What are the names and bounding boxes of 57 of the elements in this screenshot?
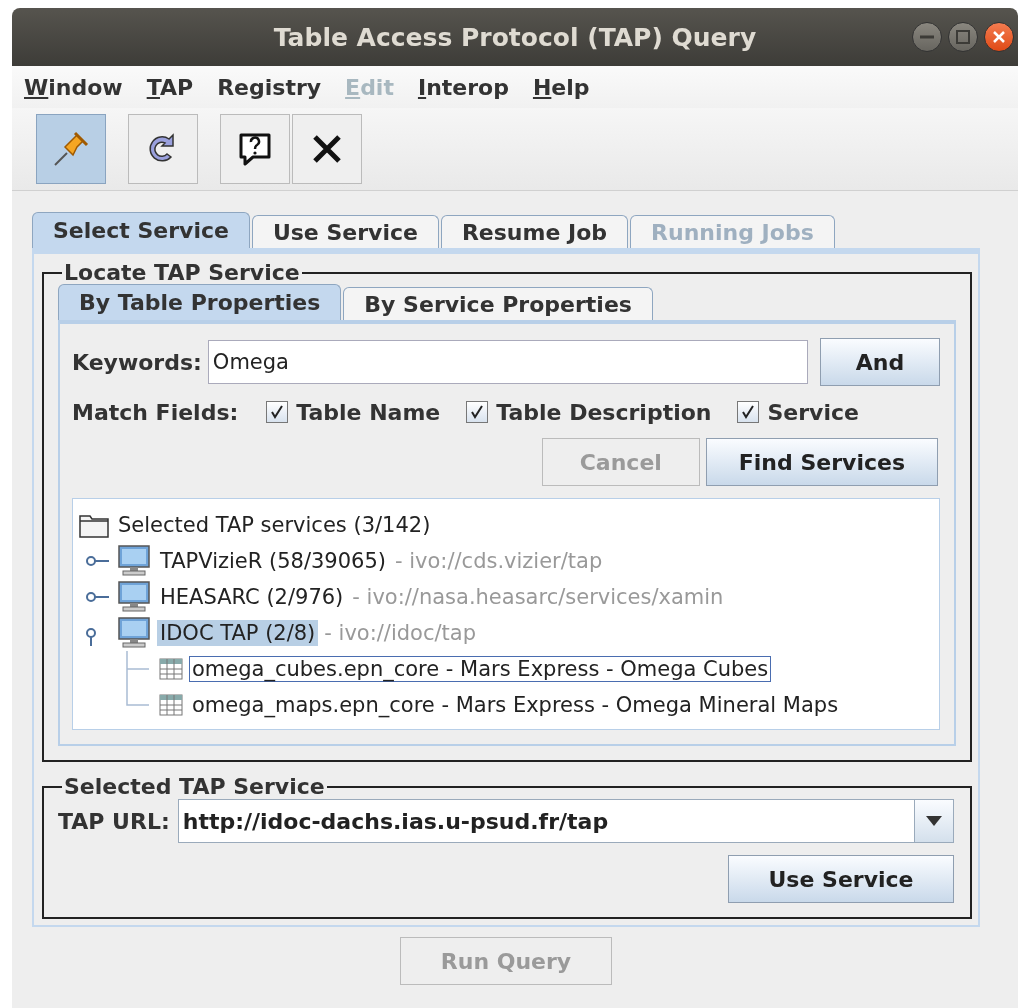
field-label: TAP URL:: [58, 808, 170, 834]
close-button[interactable]: [292, 114, 362, 184]
service-identifier: - ivo://nasa.heasarc/services/xamin: [352, 585, 724, 609]
tree-node-label[interactable]: Selected TAP services (3/142): [115, 512, 434, 538]
and-button[interactable]: And: [820, 338, 940, 386]
close-icon: [992, 30, 1006, 44]
tab[interactable]: Select Service: [32, 212, 250, 248]
field-label: Match Fields:: [72, 399, 239, 425]
check-icon: [270, 405, 285, 419]
help-button[interactable]: [220, 114, 290, 184]
dropdown-arrow-icon: [926, 816, 942, 826]
tab[interactable]: By Service Properties: [343, 287, 653, 320]
minimize-button[interactable]: [912, 22, 942, 52]
url-field[interactable]: http://idoc-dachs.ias.u-psud.fr/tap: [177, 799, 914, 843]
service-identifier: - ivo://idoc/tap: [324, 621, 476, 645]
tab[interactable]: Use Service: [251, 215, 439, 248]
menu-item[interactable]: TAP: [146, 74, 194, 100]
maximize-button[interactable]: [948, 22, 978, 52]
tree-node-label[interactable]: omega_cubes.epn_core - Mars Express - Omega Cubes: [189, 656, 772, 682]
tree-node-label[interactable]: IDOC TAP (2/8): [157, 620, 319, 646]
tree-node-label[interactable]: TAPVizieR (58/39065): [157, 548, 389, 574]
checkbox[interactable]: [737, 401, 760, 423]
dropdown-button[interactable]: [914, 799, 954, 843]
monitor-icon: [117, 545, 151, 577]
checkbox-label[interactable]: Service: [767, 399, 859, 425]
checkbox[interactable]: [466, 401, 489, 423]
table-icon: [159, 694, 183, 716]
pin-button[interactable]: [36, 114, 106, 184]
checkbox[interactable]: [266, 401, 289, 423]
table-icon: [159, 658, 183, 680]
menu-item[interactable]: Registry: [217, 74, 322, 100]
group-title: Locate TAP Service: [63, 260, 301, 285]
folder-icon: [79, 512, 109, 538]
use-service-button[interactable]: Use Service: [728, 855, 954, 903]
close-button[interactable]: [984, 22, 1014, 52]
field-label: Keywords:: [72, 349, 202, 375]
window-title: Table Access Protocol (TAP) Query: [273, 22, 757, 52]
monitor-icon: [117, 581, 151, 613]
group-title: Selected TAP Service: [63, 774, 326, 799]
minimize-icon: [920, 35, 934, 39]
service-identifier: - ivo://cds.vizier/tap: [395, 549, 603, 573]
check-icon: [470, 405, 485, 419]
check-icon: [741, 405, 756, 419]
tab[interactable]: Resume Job: [440, 215, 629, 248]
menu-item[interactable]: Help: [532, 74, 590, 100]
keywords-field[interactable]: Omega: [207, 340, 808, 384]
menu-item[interactable]: Window: [24, 74, 123, 100]
tab[interactable]: By Table Properties: [58, 284, 342, 320]
monitor-icon: [117, 617, 151, 649]
find-services-button[interactable]: Find Services: [705, 438, 938, 486]
maximize-icon: [956, 30, 970, 44]
tree-node-label[interactable]: HEASARC (2/976): [157, 584, 347, 610]
checkbox-label[interactable]: Table Description: [496, 399, 712, 425]
checkbox-label[interactable]: Table Name: [296, 399, 441, 425]
menu-item[interactable]: Interop: [417, 74, 509, 100]
tree-node-label[interactable]: omega_maps.epn_core - Mars Express - Omega Mineral Maps: [189, 692, 842, 718]
refresh-button[interactable]: [128, 114, 198, 184]
